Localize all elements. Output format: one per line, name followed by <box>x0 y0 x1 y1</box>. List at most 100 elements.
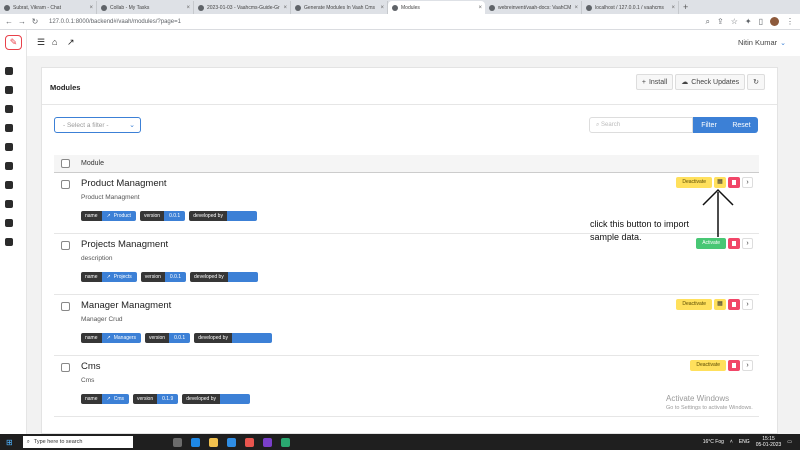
app-logo[interactable]: ✎ <box>5 35 22 50</box>
developer-link[interactable] <box>231 333 272 343</box>
delete-button[interactable] <box>728 299 740 310</box>
browser-tab[interactable]: Generate Modules In Vaah Cms × <box>291 1 388 14</box>
external-link-icon[interactable]: ↗ <box>67 37 75 48</box>
side-panel-icon[interactable]: ▯ <box>759 17 763 27</box>
row-details-button[interactable]: › <box>742 299 753 310</box>
developer-link[interactable] <box>220 394 250 404</box>
delete-button[interactable] <box>728 238 740 249</box>
new-tab-button[interactable]: + <box>683 2 688 12</box>
extensions-icon[interactable]: ✦ <box>745 17 752 27</box>
stethoscope-icon[interactable] <box>5 143 13 151</box>
file-explorer-icon[interactable] <box>208 437 218 447</box>
theme-cubes-icon[interactable] <box>5 219 13 227</box>
taskbar-search-input[interactable]: ⌕ Type here to search <box>22 436 133 448</box>
terminal-app-icon[interactable] <box>280 437 290 447</box>
back-icon[interactable]: ← <box>5 17 13 26</box>
delete-button[interactable] <box>728 177 740 188</box>
filter-select[interactable]: - Select a filter - ⌄ <box>54 117 141 133</box>
deactivate-button[interactable]: Deactivate <box>676 177 712 188</box>
deactivate-button[interactable]: Deactivate <box>690 360 726 371</box>
file-icon[interactable] <box>5 181 13 189</box>
windows-taskbar: ⊞ ⌕ Type here to search 16°C Fog ˄ ENG 15… <box>0 434 800 450</box>
home-icon[interactable]: ⌂ <box>52 37 57 47</box>
close-tab-icon[interactable]: × <box>478 5 482 11</box>
browser-tab[interactable]: Subrat, Vikram - Chat × <box>0 1 97 14</box>
module-cubes-icon[interactable] <box>5 200 13 208</box>
chrome-icon[interactable] <box>244 437 254 447</box>
version-tag: version 0.0.1 <box>140 272 187 282</box>
reload-icon[interactable]: ↻ <box>31 17 39 26</box>
version-tag: version 0.0.1 <box>144 333 191 343</box>
row-checkbox[interactable] <box>61 363 70 372</box>
module-link[interactable]: Product <box>101 211 136 221</box>
forward-icon[interactable]: → <box>18 17 26 26</box>
close-tab-icon[interactable]: × <box>89 5 93 11</box>
system-tray: 16°C Fog ˄ ENG 15:15 05-01-2023 ▭ <box>703 436 792 448</box>
windows-start-icon[interactable]: ⊞ <box>6 438 13 447</box>
gear-icon[interactable] <box>5 124 13 132</box>
row-checkbox[interactable] <box>61 302 70 311</box>
import-sample-data-button[interactable]: ▦ <box>714 299 726 310</box>
language-indicator[interactable]: ENG <box>739 439 750 445</box>
browser-tab[interactable]: Collab - My Tasks × <box>97 1 194 14</box>
close-tab-icon[interactable]: × <box>671 5 675 11</box>
table-header: Module <box>54 155 759 173</box>
browser-tab-active[interactable]: Modules × <box>388 1 485 14</box>
cloud-download-icon: ☁ <box>681 79 689 86</box>
select-all-checkbox[interactable] <box>61 159 70 168</box>
hamburger-menu-icon[interactable]: ☰ <box>37 37 45 48</box>
profile-avatar[interactable] <box>770 17 779 26</box>
browser-menu-icon[interactable]: ⋮ <box>786 17 794 27</box>
zoom-icon[interactable]: ⌕ <box>706 17 710 27</box>
filter-button[interactable]: Filter <box>693 117 725 133</box>
delete-button[interactable] <box>728 360 740 371</box>
import-sample-data-button[interactable]: ▦ <box>714 177 726 188</box>
search-input[interactable]: ⌕ Search <box>589 117 693 133</box>
reset-button[interactable]: Reset <box>725 117 758 133</box>
main-content: Modules + Install ☁ Check Updates ↻ - Sele… <box>27 56 800 434</box>
mail-icon[interactable] <box>226 437 236 447</box>
row-details-button[interactable]: › <box>742 360 753 371</box>
row-checkbox[interactable] <box>61 241 70 250</box>
close-tab-icon[interactable]: × <box>283 5 287 11</box>
name-tag: nameManagers <box>81 333 141 343</box>
close-tab-icon[interactable]: × <box>380 5 384 11</box>
check-updates-button[interactable]: ☁ Check Updates <box>675 74 746 90</box>
browser-tab[interactable]: webreinvent/vaah-docs: VaahCM × <box>485 1 582 14</box>
url-field[interactable]: 127.0.0.1:8000/backend#/vaah/modules/?pa… <box>49 19 181 25</box>
module-link[interactable]: Projects <box>101 272 137 282</box>
cubes-icon[interactable] <box>5 105 13 113</box>
layers-icon[interactable] <box>5 162 13 170</box>
row-checkbox[interactable] <box>61 180 70 189</box>
modules-panel: Modules + Install ☁ Check Updates ↻ - Sele… <box>41 67 778 434</box>
module-description: Cms <box>81 377 95 384</box>
user-menu[interactable]: Nitin Kumar ⌄ <box>738 38 786 47</box>
chevron-right-icon: › <box>746 179 749 186</box>
browser-tab[interactable]: localhost / 127.0.0.1 / vaahcms × <box>582 1 679 14</box>
row-details-button[interactable]: › <box>742 177 753 188</box>
close-tab-icon[interactable]: × <box>186 5 190 11</box>
task-view-icon[interactable] <box>172 437 182 447</box>
module-link[interactable]: Managers <box>101 333 141 343</box>
share-icon[interactable]: ⇪ <box>717 17 724 27</box>
close-tab-icon[interactable]: × <box>574 5 578 11</box>
browser-tab[interactable]: 2023-01-03 - Vaahcms-Guide-Gr × <box>194 1 291 14</box>
bookmark-star-icon[interactable]: ☆ <box>731 17 738 27</box>
tray-arrow-icon[interactable]: ˄ <box>730 439 733 445</box>
edge-browser-icon[interactable] <box>190 437 200 447</box>
weather-widget[interactable]: 16°C Fog <box>703 439 724 445</box>
refresh-button[interactable]: ↻ <box>747 74 765 90</box>
clock[interactable]: 15:15 05-01-2023 <box>756 436 782 448</box>
dashboard-icon[interactable] <box>5 67 13 75</box>
deactivate-button[interactable]: Deactivate <box>676 299 712 310</box>
developer-link[interactable] <box>226 211 257 221</box>
install-button[interactable]: + Install <box>635 74 674 90</box>
notification-icon[interactable]: ▭ <box>787 439 792 445</box>
brush-icon[interactable] <box>5 238 13 246</box>
module-link[interactable]: Cms <box>101 394 129 404</box>
ide-app-icon[interactable] <box>262 437 272 447</box>
developer-link[interactable] <box>227 272 258 282</box>
browser-tab-strip: Subrat, Vikram - Chat × Collab - My Tasks… <box>0 0 800 14</box>
row-details-button[interactable]: › <box>742 238 753 249</box>
users-icon[interactable] <box>5 86 13 94</box>
